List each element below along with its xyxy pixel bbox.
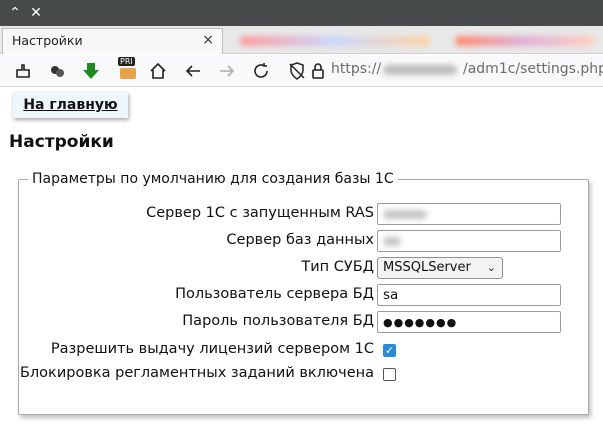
navigation-bar: PRI https:// /adm1c/settings.php: [0, 55, 603, 87]
url-path: /adm1c/settings.php: [463, 61, 603, 77]
tab-title: Настройки: [12, 33, 83, 48]
reload-icon[interactable]: [251, 61, 271, 81]
db-password-input[interactable]: ●●●●●●●: [377, 311, 561, 333]
page-title: Настройки: [9, 132, 114, 152]
home-icon[interactable]: [148, 61, 168, 81]
tab-settings[interactable]: Настройки ×: [2, 28, 223, 54]
print-icon-label: PRI: [118, 57, 135, 66]
db-server-input[interactable]: [377, 230, 561, 252]
chevron-down-icon: ⌄: [486, 261, 496, 274]
db-user-input[interactable]: sa: [377, 284, 561, 306]
page-content: На главную Настройки Параметры по умолча…: [0, 88, 603, 429]
lock-icon[interactable]: [308, 61, 328, 81]
scheduled-jobs-lock-label: Блокировка регламентных заданий включена: [19, 365, 374, 381]
address-bar[interactable]: https:// /adm1c/settings.php: [331, 61, 603, 77]
license-issue-checkbox[interactable]: ✓: [383, 344, 396, 357]
blurred-tab[interactable]: [240, 36, 430, 46]
extension-icon[interactable]: [13, 61, 33, 81]
license-issue-label: Разрешить выдачу лицензий сервером 1С: [50, 341, 374, 357]
ublock-icon[interactable]: [47, 61, 67, 81]
db-user-label: Пользователь сервера БД: [175, 286, 374, 302]
forward-icon[interactable]: [217, 61, 237, 81]
db-server-label: Сервер баз данных: [226, 232, 374, 248]
back-icon[interactable]: [183, 61, 203, 81]
fieldset-legend: Параметры по умолчанию для создания базы…: [28, 171, 398, 187]
ras-server-value-blurred: [383, 210, 427, 219]
window-maximize-icon[interactable]: ⌃: [6, 4, 24, 22]
db-password-value: ●●●●●●●: [383, 316, 458, 329]
db-server-value-blurred: [383, 237, 401, 246]
download-arrow-icon[interactable]: [81, 61, 101, 81]
ras-server-label: Сервер 1С с запущенным RAS: [146, 205, 374, 221]
tab-strip: Настройки ×: [0, 26, 603, 54]
tracking-shield-icon[interactable]: [287, 61, 307, 81]
scheduled-jobs-lock-checkbox[interactable]: [383, 368, 396, 381]
window-close-icon[interactable]: ✕: [27, 4, 45, 22]
dbms-type-label: Тип СУБД: [301, 259, 374, 275]
dbms-type-select[interactable]: MSSQLServer ⌄: [377, 257, 503, 279]
ras-server-input[interactable]: [377, 203, 561, 225]
dbms-type-value: MSSQLServer: [383, 260, 471, 275]
db-user-value: sa: [383, 287, 399, 303]
blurred-tab[interactable]: [455, 36, 595, 46]
url-host-blurred: [383, 65, 457, 75]
print-icon[interactable]: PRI: [117, 57, 139, 81]
url-scheme: https://: [331, 61, 382, 77]
tab-close-icon[interactable]: ×: [202, 32, 214, 48]
home-link[interactable]: На главную: [13, 92, 128, 118]
window-titlebar: ⌃ ✕: [0, 0, 603, 26]
db-password-label: Пароль пользователя БД: [182, 313, 374, 329]
